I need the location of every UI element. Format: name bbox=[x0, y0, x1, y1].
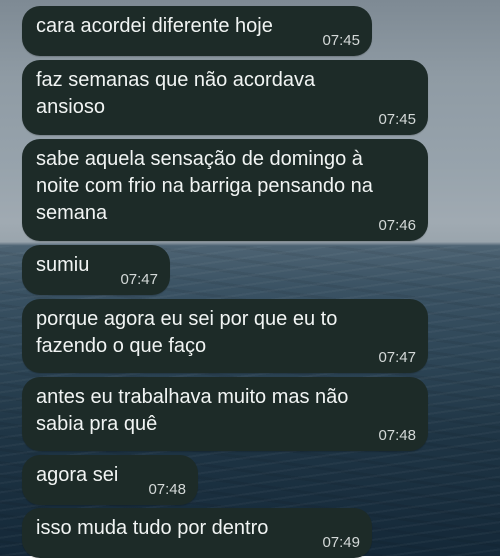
message-timestamp: 07:47 bbox=[120, 271, 158, 288]
message-bubble[interactable]: faz semanas que não acordava ansioso 07:… bbox=[22, 60, 428, 135]
message-timestamp: 07:45 bbox=[322, 32, 360, 49]
message-bubble[interactable]: isso muda tudo por dentro 07:49 bbox=[22, 508, 372, 558]
message-list[interactable]: cara acordei diferente hoje 07:45 faz se… bbox=[0, 0, 500, 558]
message-bubble[interactable]: sumiu 07:47 bbox=[22, 245, 170, 295]
message-bubble[interactable]: agora sei 07:48 bbox=[22, 455, 198, 505]
message-timestamp: 07:47 bbox=[378, 349, 416, 366]
message-bubble[interactable]: porque agora eu sei por que eu to fazend… bbox=[22, 299, 428, 373]
message-bubble[interactable]: sabe aquela sensação de domingo à noite … bbox=[22, 139, 428, 241]
message-bubble[interactable]: antes eu trabalhava muito mas não sabia … bbox=[22, 377, 428, 451]
message-timestamp: 07:48 bbox=[378, 427, 416, 444]
message-bubble[interactable]: cara acordei diferente hoje 07:45 bbox=[22, 6, 372, 56]
message-text: sabe aquela sensação de domingo à noite … bbox=[36, 148, 373, 224]
message-text: faz semanas que não acordava ansioso bbox=[36, 69, 316, 118]
message-timestamp: 07:45 bbox=[378, 111, 416, 128]
message-text: antes eu trabalhava muito mas não sabia … bbox=[36, 386, 349, 435]
message-timestamp: 07:49 bbox=[322, 534, 360, 551]
message-text: isso muda tudo por dentro bbox=[36, 517, 269, 539]
message-timestamp: 07:46 bbox=[378, 217, 416, 234]
message-text: cara acordei diferente hoje bbox=[36, 15, 273, 37]
message-text: porque agora eu sei por que eu to fazend… bbox=[36, 308, 338, 357]
message-timestamp: 07:48 bbox=[148, 481, 186, 498]
